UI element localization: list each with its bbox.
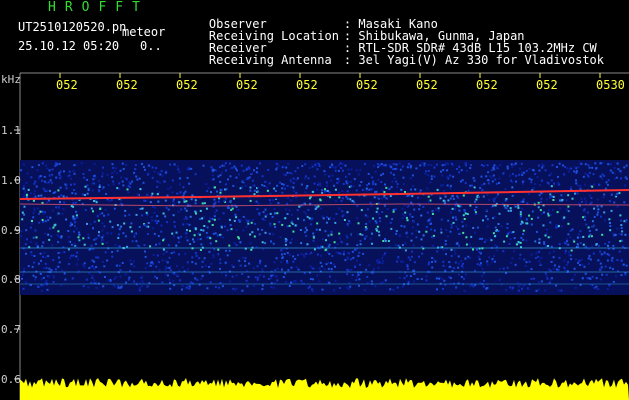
hrofft-window: HROFFT UT2510120520.pn meteor 25.10.12 0… [0, 0, 629, 400]
y-tick-label: 0.7 [1, 323, 21, 336]
time-tick: 052 [296, 78, 318, 92]
time-tick: 052 [116, 78, 138, 92]
time-tick: 052 [236, 78, 258, 92]
time-tick: 052 [416, 78, 438, 92]
time-tick: 052 [56, 78, 78, 92]
time-tick: 0530 [596, 78, 625, 92]
time-tick: 052 [176, 78, 198, 92]
info-key: Receiving Antenna [208, 53, 332, 67]
y-tick-label: 0.8 [1, 273, 21, 286]
date-time: 25.10.12 05:20 [18, 39, 120, 53]
time-tick: 052 [356, 78, 378, 92]
app-title: HROFFT [48, 0, 149, 15]
y-tick-label: 1.1 [1, 124, 21, 137]
time-tick: 052 [536, 78, 558, 92]
noise-field [20, 160, 629, 295]
info-value: : 3el Yagi(V) Az 330 for Vladivostok [343, 53, 604, 67]
y-tick-label: 0.6 [1, 373, 21, 386]
info-antenna: Receiving Antenna : 3el Yagi(V) Az 330 fo… [180, 42, 604, 78]
y-tick-label: 1.0 [1, 174, 21, 187]
y-axis-unit: kHz [1, 73, 21, 86]
meteor-count: 0.. [140, 39, 162, 53]
y-tick-label: 0.9 [1, 224, 21, 237]
file-name: UT2510120520.pn [18, 20, 127, 34]
meteor-label: meteor [122, 25, 166, 39]
time-tick: 052 [476, 78, 498, 92]
amplitude-bar [20, 378, 629, 400]
